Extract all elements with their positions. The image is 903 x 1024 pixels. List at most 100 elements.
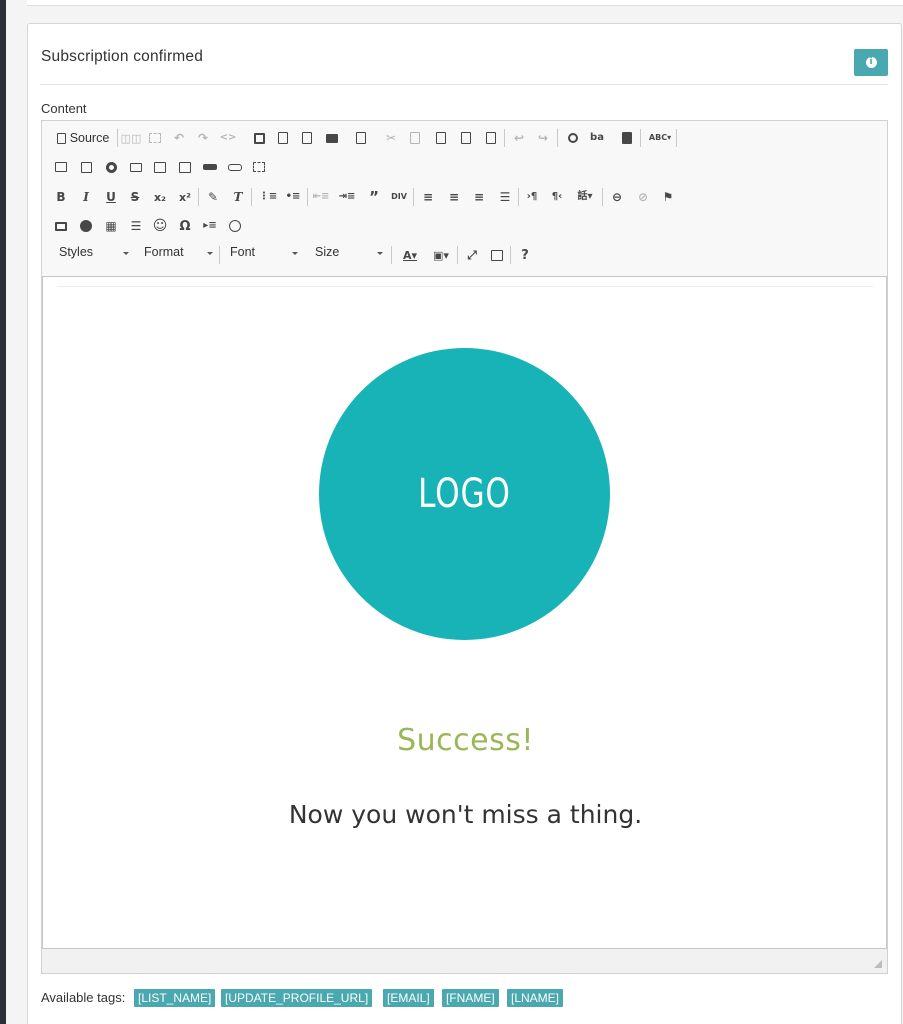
bold-button[interactable]: B <box>52 187 70 207</box>
templates-button[interactable]: ◫◫ <box>121 128 142 148</box>
bulleted-list-icon: •≡ <box>285 191 301 202</box>
textfield-icon <box>130 162 142 172</box>
show-blocks-button[interactable] <box>488 245 506 265</box>
flash-button[interactable] <box>77 216 95 236</box>
format-combo[interactable]: Format <box>144 245 216 265</box>
smiley-button[interactable]: ☺ <box>151 216 169 236</box>
toolbar-separator <box>504 129 505 147</box>
chevron-down-icon <box>207 252 213 255</box>
radio-button[interactable] <box>102 157 120 177</box>
subscript-button[interactable]: x₂ <box>151 187 169 207</box>
link-icon: ⊖ <box>611 190 623 204</box>
find-button[interactable] <box>564 128 582 148</box>
numbered-list-icon: ⋮≡ <box>258 191 278 202</box>
templates-list-icon <box>356 132 366 144</box>
find-icon <box>568 133 578 143</box>
horizontal-line-button[interactable]: ☰ <box>127 216 145 236</box>
checkbox-button[interactable] <box>77 157 95 177</box>
image-button-button[interactable] <box>226 157 244 177</box>
textarea-button[interactable] <box>151 157 169 177</box>
blockquote-button[interactable]: ” <box>365 187 383 207</box>
indent-button[interactable]: ⇥≡ <box>338 187 356 207</box>
editor-content-area[interactable]: LOGO Success! Now you won't miss a thing… <box>42 276 887 949</box>
print-button[interactable] <box>323 128 341 148</box>
replace-button[interactable]: ba <box>588 128 606 148</box>
bg-color-button[interactable]: ▣▾ <box>428 245 454 265</box>
spellcheck-button[interactable]: ABC▾ <box>646 128 674 148</box>
tag-list-name[interactable]: [LIST_NAME] <box>134 989 216 1007</box>
anchor-button[interactable]: ⚑ <box>659 187 677 207</box>
special-char-button[interactable]: Ω <box>176 216 194 236</box>
hidden-field-button[interactable] <box>250 157 268 177</box>
bulleted-list-button[interactable]: •≡ <box>284 187 302 207</box>
toolbar-separator <box>640 129 641 147</box>
toolbar-separator <box>676 129 677 147</box>
select-all-button[interactable] <box>146 128 164 148</box>
paste-button[interactable] <box>432 128 450 148</box>
link-button[interactable]: ⊖ <box>608 187 626 207</box>
help-button[interactable]: ? <box>516 245 534 265</box>
undo-format-button[interactable]: ↶ <box>170 128 188 148</box>
align-center-button[interactable]: ≡ <box>445 187 463 207</box>
image-button[interactable] <box>52 216 70 236</box>
undo-button[interactable]: ↩ <box>510 128 528 148</box>
align-right-button[interactable]: ≡ <box>470 187 488 207</box>
superscript-button[interactable]: x² <box>176 187 194 207</box>
font-combo[interactable]: Font <box>230 245 300 265</box>
numbered-list-button[interactable]: ⋮≡ <box>259 187 277 207</box>
new-page-icon <box>278 132 288 144</box>
size-combo-label: Size <box>315 245 340 259</box>
tag-lname[interactable]: [LNAME] <box>507 989 564 1007</box>
maximize-button[interactable]: ⤢ <box>463 245 481 265</box>
subscription-confirmed-panel: Subscription confirmed i Content Source … <box>27 23 902 1024</box>
preview-button[interactable] <box>298 128 316 148</box>
select-field-button[interactable] <box>176 157 194 177</box>
div-button[interactable]: DIV <box>390 187 408 207</box>
italic-button[interactable]: I <box>77 187 95 207</box>
toolbar-separator <box>198 188 199 206</box>
copy-format-button[interactable]: ✎ <box>204 187 222 207</box>
select-block-button[interactable] <box>618 128 636 148</box>
unlink-button[interactable]: ⊘ <box>634 187 652 207</box>
tag-email[interactable]: [EMAIL] <box>383 989 434 1007</box>
info-button[interactable]: i <box>854 49 888 76</box>
toolbar-separator <box>518 188 519 206</box>
form-button[interactable] <box>52 157 70 177</box>
tag-fname[interactable]: [FNAME] <box>442 989 499 1007</box>
redo-format-button[interactable]: ↷ <box>194 128 212 148</box>
justify-button[interactable]: ☰ <box>496 187 514 207</box>
redo-button[interactable]: ↪ <box>534 128 552 148</box>
rtl-button[interactable]: ¶‹ <box>548 187 566 207</box>
special-char-icon: Ω <box>179 218 191 234</box>
text-field-button[interactable] <box>127 157 145 177</box>
copy-button[interactable] <box>406 128 424 148</box>
cut-icon: ✂ <box>385 131 397 145</box>
language-button[interactable]: 話▾ <box>572 187 598 207</box>
code-button[interactable]: <> <box>219 128 237 148</box>
source-icon <box>56 132 66 144</box>
table-button[interactable]: ▦ <box>102 216 120 236</box>
save-button[interactable] <box>250 128 268 148</box>
superscript-icon: x² <box>179 190 191 204</box>
underline-button[interactable]: U <box>102 187 120 207</box>
tag-update-profile-url[interactable]: [UPDATE_PROFILE_URL] <box>221 989 373 1007</box>
text-color-button[interactable]: A▾ <box>397 245 423 265</box>
remove-format-button[interactable]: T <box>229 187 247 207</box>
form-button-button[interactable] <box>201 157 219 177</box>
remove-format-icon: T <box>233 190 243 204</box>
outdent-button[interactable]: ⇤≡ <box>312 187 330 207</box>
align-left-button[interactable]: ≡ <box>419 187 437 207</box>
ltr-button[interactable]: ›¶ <box>523 187 541 207</box>
iframe-button[interactable] <box>226 216 244 236</box>
templates-list-button[interactable] <box>352 128 370 148</box>
resize-grip-icon[interactable] <box>874 960 882 968</box>
page-break-button[interactable]: ▸≡ <box>201 216 219 236</box>
paste-word-button[interactable] <box>482 128 500 148</box>
styles-combo[interactable]: Styles <box>59 245 129 265</box>
paste-text-button[interactable] <box>457 128 475 148</box>
size-combo[interactable]: Size <box>315 245 387 265</box>
strike-button[interactable]: S <box>126 187 144 207</box>
cut-button[interactable]: ✂ <box>382 128 400 148</box>
source-button[interactable]: Source <box>54 128 112 148</box>
new-page-button[interactable] <box>274 128 292 148</box>
